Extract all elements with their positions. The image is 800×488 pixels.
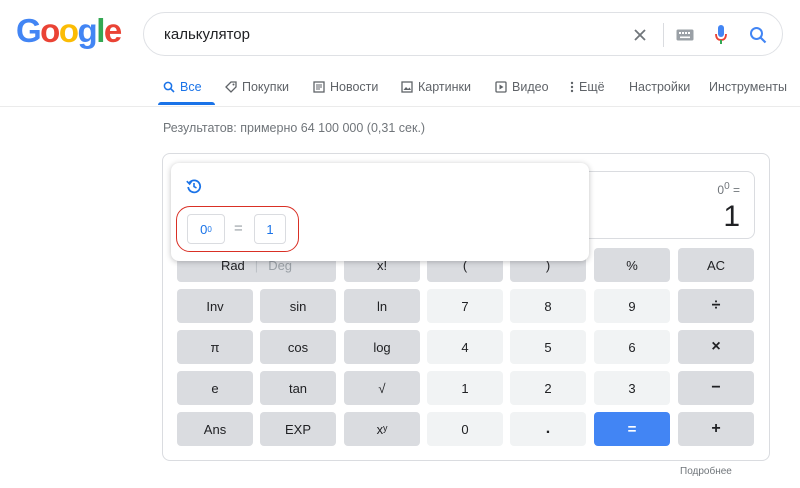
digit-8-button[interactable]: 8 (510, 289, 586, 323)
active-tab-indicator (158, 102, 215, 105)
more-info-link[interactable]: Подробнее (680, 466, 732, 477)
decimal-button[interactable]: . (510, 412, 586, 446)
inverse-button[interactable]: Inv (177, 289, 253, 323)
video-icon (495, 81, 507, 93)
keyboard-icon[interactable] (670, 13, 700, 57)
tab-images[interactable]: Картинки (401, 80, 471, 94)
digit-7-button[interactable]: 7 (427, 289, 503, 323)
logo-letter: e (103, 12, 122, 49)
all-clear-button[interactable]: AC (678, 248, 754, 282)
tab-settings[interactable]: Настройки (629, 80, 690, 94)
digit-4-button[interactable]: 4 (427, 330, 503, 364)
tag-icon (225, 81, 237, 93)
search-box[interactable]: калькулятор (143, 12, 783, 56)
news-icon (313, 81, 325, 93)
history-exponent: 0 (207, 224, 212, 234)
tan-button[interactable]: tan (260, 371, 336, 405)
google-logo[interactable]: Google (16, 12, 122, 50)
multiply-button[interactable]: × (678, 330, 754, 364)
tab-label: Видео (512, 80, 549, 94)
digit-6-button[interactable]: 6 (594, 330, 670, 364)
expression-equals: = (732, 183, 740, 197)
tab-tools[interactable]: Инструменты (709, 80, 787, 94)
image-icon (401, 81, 413, 93)
history-expression-chip[interactable]: 00 (187, 214, 225, 244)
answer-button[interactable]: Ans (177, 412, 253, 446)
history-equals: = (234, 220, 243, 237)
search-divider (663, 23, 664, 47)
tab-label: Настройки (629, 80, 691, 94)
add-button[interactable]: + (678, 412, 754, 446)
tab-label: Инструменты (709, 80, 787, 94)
ln-button[interactable]: ln (344, 289, 420, 323)
equals-button[interactable]: = (594, 412, 670, 446)
tabs-divider (0, 106, 800, 107)
sin-button[interactable]: sin (260, 289, 336, 323)
e-button[interactable]: e (177, 371, 253, 405)
tab-shopping[interactable]: Покупки (225, 80, 289, 94)
search-icon[interactable] (744, 13, 772, 57)
history-base: 0 (200, 221, 208, 237)
pi-button[interactable]: π (177, 330, 253, 364)
digit-5-button[interactable]: 5 (510, 330, 586, 364)
history-icon[interactable] (186, 178, 202, 199)
tab-label: Картинки (418, 80, 471, 94)
digit-9-button[interactable]: 9 (594, 289, 670, 323)
cos-button[interactable]: cos (260, 330, 336, 364)
calculator-result: 1 (723, 200, 740, 233)
tab-label: Ещё (579, 80, 605, 94)
tab-label: Покупки (242, 80, 290, 94)
search-input[interactable]: калькулятор (164, 26, 250, 43)
logo-letter: o (40, 12, 60, 49)
history-popup: 00 = 1 (171, 163, 589, 261)
tab-label: Новости (330, 80, 379, 94)
tab-more[interactable]: Ещё (570, 80, 605, 94)
logo-letter: o (58, 12, 79, 49)
logo-letter: g (77, 12, 98, 49)
digit-2-button[interactable]: 2 (510, 371, 586, 405)
digit-1-button[interactable]: 1 (427, 371, 503, 405)
power-button[interactable]: xʸ (344, 412, 420, 446)
subtract-button[interactable]: − (678, 371, 754, 405)
more-vert-icon (570, 81, 574, 93)
digit-3-button[interactable]: 3 (594, 371, 670, 405)
logo-letter: G (16, 12, 42, 49)
microphone-icon[interactable] (710, 13, 732, 57)
divide-button[interactable]: ÷ (678, 289, 754, 323)
percent-button[interactable]: % (594, 248, 670, 282)
tab-label: Все (180, 80, 202, 94)
clear-icon[interactable] (622, 13, 658, 57)
tab-video[interactable]: Видео (495, 80, 549, 94)
tab-news[interactable]: Новости (313, 80, 378, 94)
digit-0-button[interactable]: 0 (427, 412, 503, 446)
log-button[interactable]: log (344, 330, 420, 364)
search-icon (163, 81, 175, 93)
history-result-chip[interactable]: 1 (254, 214, 286, 244)
logo-letter: l (96, 12, 105, 49)
history-entry[interactable]: 00 = 1 (176, 206, 299, 252)
previous-expression: 00 = (717, 181, 740, 197)
tab-all[interactable]: Все (158, 80, 215, 105)
exp-button[interactable]: EXP (260, 412, 336, 446)
search-tabs: Все Покупки Новости Картинки Видео Ещё Н… (158, 80, 800, 106)
result-stats: Результатов: примерно 64 100 000 (0,31 с… (163, 121, 426, 135)
expression-exponent: 0 (724, 181, 730, 192)
sqrt-button[interactable]: √ (344, 371, 420, 405)
